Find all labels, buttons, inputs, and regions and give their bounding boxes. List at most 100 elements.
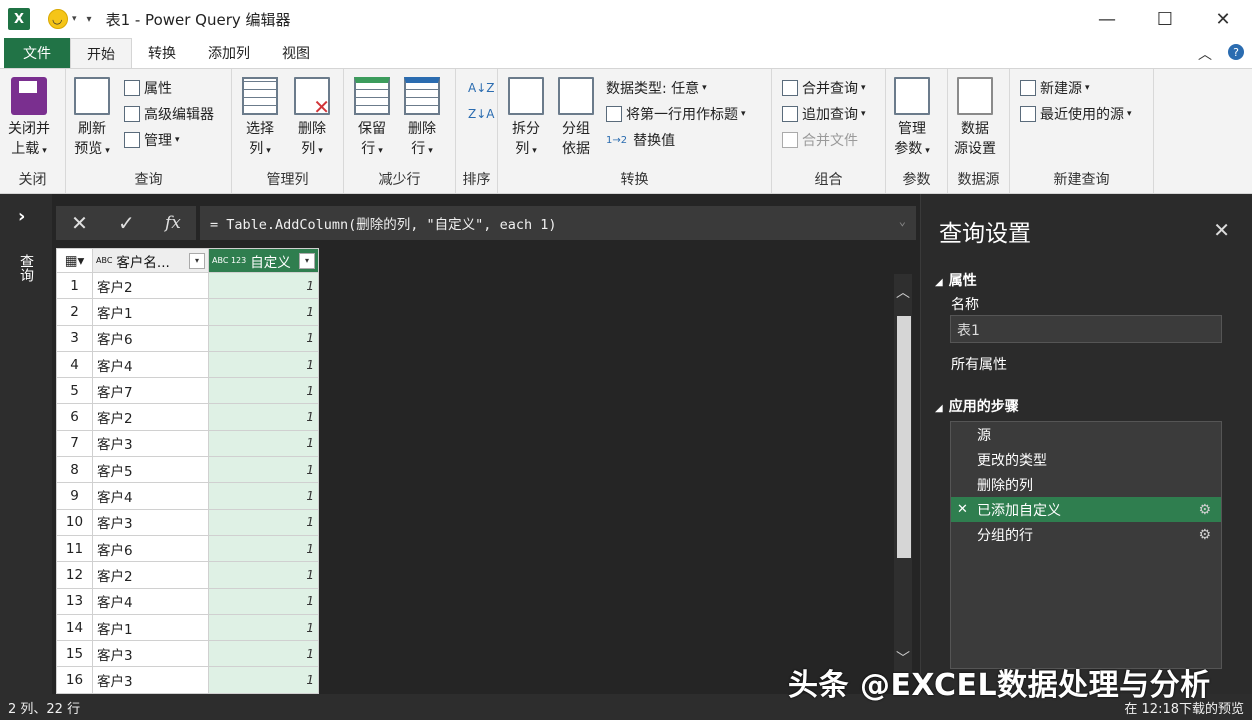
row-number[interactable]: 1 bbox=[56, 271, 93, 300]
table-row[interactable]: 14 客户1 1 bbox=[56, 613, 319, 642]
cell-customer-name[interactable]: 客户2 bbox=[92, 271, 209, 300]
cell-customer-name[interactable]: 客户3 bbox=[92, 640, 209, 668]
cell-custom[interactable]: 1 bbox=[208, 561, 319, 589]
table-row[interactable]: 8 客户5 1 bbox=[56, 456, 319, 484]
row-number[interactable]: 8 bbox=[56, 456, 93, 484]
cell-customer-name[interactable]: 客户4 bbox=[92, 587, 209, 615]
sort-ascending-icon[interactable]: A↓Z bbox=[468, 77, 494, 99]
table-row[interactable]: 16 客户3 1 bbox=[56, 666, 319, 694]
table-row[interactable]: 4 客户4 1 bbox=[56, 350, 319, 379]
append-queries-button[interactable]: 追加查询 ▾ bbox=[782, 103, 866, 125]
filter-dropdown-icon[interactable]: ▾ bbox=[189, 252, 205, 269]
use-first-row-as-headers-button[interactable]: 将第一行用作标题 ▾ bbox=[606, 103, 746, 125]
sort-descending-icon[interactable]: Z↓A bbox=[468, 103, 494, 125]
query-name-input[interactable]: 表1 bbox=[950, 315, 1222, 343]
tab-add-column[interactable]: 添加列 bbox=[192, 38, 266, 68]
manage-parameters-button[interactable]: 管理 参数 ▾ bbox=[894, 77, 930, 161]
cell-customer-name[interactable]: 客户4 bbox=[92, 482, 209, 510]
step-item[interactable]: 删除的列 bbox=[951, 472, 1221, 497]
table-row[interactable]: 15 客户3 1 bbox=[56, 640, 319, 668]
table-row[interactable]: 3 客户6 1 bbox=[56, 324, 319, 352]
properties-button[interactable]: 属性 bbox=[124, 77, 172, 99]
gear-icon[interactable]: ⚙ bbox=[1198, 527, 1211, 543]
table-row[interactable]: 2 客户1 1 bbox=[56, 298, 319, 326]
table-row[interactable]: 10 客户3 1 bbox=[56, 508, 319, 536]
gear-icon[interactable]: ⚙ bbox=[1198, 502, 1211, 518]
close-window-button[interactable]: ✕ bbox=[1194, 0, 1252, 38]
cell-custom[interactable]: 1 bbox=[208, 350, 319, 379]
step-item[interactable]: 分组的行 ⚙ bbox=[951, 522, 1221, 547]
table-row[interactable]: 6 客户2 1 bbox=[56, 403, 319, 431]
cell-customer-name[interactable]: 客户5 bbox=[92, 456, 209, 484]
merge-queries-button[interactable]: 合并查询 ▾ bbox=[782, 77, 866, 99]
fx-icon[interactable]: fx bbox=[165, 213, 181, 233]
choose-columns-button[interactable]: 选择 列 ▾ bbox=[242, 77, 278, 161]
cancel-formula-icon[interactable]: ✕ bbox=[71, 211, 88, 235]
minimize-button[interactable]: — bbox=[1078, 0, 1136, 38]
row-number[interactable]: 5 bbox=[56, 377, 93, 405]
filter-dropdown-icon[interactable]: ▾ bbox=[299, 252, 315, 269]
feedback-dropdown-icon[interactable]: ▾ bbox=[72, 14, 77, 24]
cell-custom[interactable]: 1 bbox=[208, 403, 319, 431]
cell-custom[interactable]: 1 bbox=[208, 587, 319, 615]
data-source-settings-button[interactable]: 数据 源设置 bbox=[954, 77, 996, 159]
formula-input[interactable]: = Table.AddColumn(删除的列, "自定义", each 1) ⌄ bbox=[200, 206, 916, 240]
step-item[interactable]: 更改的类型 bbox=[951, 447, 1221, 472]
row-number[interactable]: 3 bbox=[56, 324, 93, 352]
row-number[interactable]: 14 bbox=[56, 613, 93, 642]
table-row[interactable]: 1 客户2 1 bbox=[56, 271, 319, 300]
cell-customer-name[interactable]: 客户4 bbox=[92, 350, 209, 379]
tab-file[interactable]: 文件 bbox=[4, 38, 70, 68]
tab-view[interactable]: 视图 bbox=[266, 38, 326, 68]
keep-rows-button[interactable]: 保留 行 ▾ bbox=[354, 77, 390, 161]
table-row[interactable]: 5 客户7 1 bbox=[56, 377, 319, 405]
cell-customer-name[interactable]: 客户6 bbox=[92, 324, 209, 352]
cell-custom[interactable]: 1 bbox=[208, 482, 319, 510]
maximize-button[interactable]: ☐ bbox=[1136, 0, 1194, 38]
collapse-triangle-icon[interactable]: ◢ bbox=[935, 403, 943, 414]
cell-custom[interactable]: 1 bbox=[208, 666, 319, 694]
queries-pane-label[interactable]: 查询 bbox=[16, 254, 36, 282]
cell-customer-name[interactable]: 客户3 bbox=[92, 429, 209, 458]
cell-customer-name[interactable]: 客户2 bbox=[92, 403, 209, 431]
cell-custom[interactable]: 1 bbox=[208, 429, 319, 458]
properties-section-header[interactable]: ◢ 属性 bbox=[935, 270, 977, 290]
vertical-scrollbar[interactable]: ︿ ﹀ bbox=[894, 274, 912, 674]
advanced-editor-button[interactable]: 高级编辑器 bbox=[124, 103, 214, 125]
column-header-customer-name[interactable]: ABC 客户名... ▾ bbox=[92, 248, 209, 273]
table-row[interactable]: 13 客户4 1 bbox=[56, 587, 319, 615]
cell-custom[interactable]: 1 bbox=[208, 534, 319, 563]
row-number[interactable]: 15 bbox=[56, 640, 93, 668]
expand-queries-pane-icon[interactable]: › bbox=[18, 206, 25, 227]
tab-transform[interactable]: 转换 bbox=[132, 38, 192, 68]
delete-step-icon[interactable]: ✕ bbox=[957, 502, 968, 517]
refresh-preview-button[interactable]: 刷新 预览 ▾ bbox=[74, 77, 110, 161]
table-row[interactable]: 11 客户6 1 bbox=[56, 534, 319, 563]
help-icon[interactable]: ? bbox=[1228, 44, 1244, 60]
cell-customer-name[interactable]: 客户7 bbox=[92, 377, 209, 405]
recent-sources-button[interactable]: 最近使用的源 ▾ bbox=[1020, 103, 1132, 125]
collapse-triangle-icon[interactable]: ◢ bbox=[935, 277, 943, 288]
row-number[interactable]: 7 bbox=[56, 429, 93, 458]
cell-custom[interactable]: 1 bbox=[208, 613, 319, 642]
confirm-formula-icon[interactable]: ✓ bbox=[118, 211, 135, 235]
new-source-button[interactable]: 新建源 ▾ bbox=[1020, 77, 1090, 99]
row-number[interactable]: 2 bbox=[56, 298, 93, 326]
cell-custom[interactable]: 1 bbox=[208, 271, 319, 300]
cell-custom[interactable]: 1 bbox=[208, 298, 319, 326]
close-settings-icon[interactable]: ✕ bbox=[1213, 218, 1230, 242]
any-type-icon[interactable]: ABC 123 bbox=[212, 256, 246, 265]
replace-values-button[interactable]: 1→2 替换值 bbox=[606, 129, 675, 151]
cell-custom[interactable]: 1 bbox=[208, 508, 319, 536]
scroll-up-icon[interactable]: ︿ bbox=[896, 282, 910, 302]
row-number[interactable]: 16 bbox=[56, 666, 93, 694]
row-number[interactable]: 10 bbox=[56, 508, 93, 536]
applied-steps-header[interactable]: ◢ 应用的步骤 bbox=[935, 396, 1019, 416]
quick-access-customize-icon[interactable]: ▾ bbox=[87, 14, 92, 25]
tab-home[interactable]: 开始 bbox=[70, 38, 132, 68]
table-menu-button[interactable]: ▦▾ bbox=[56, 248, 93, 273]
cell-custom[interactable]: 1 bbox=[208, 456, 319, 484]
split-column-button[interactable]: 拆分 列 ▾ bbox=[508, 77, 544, 161]
smiley-feedback-icon[interactable] bbox=[48, 9, 68, 29]
row-number[interactable]: 11 bbox=[56, 534, 93, 563]
